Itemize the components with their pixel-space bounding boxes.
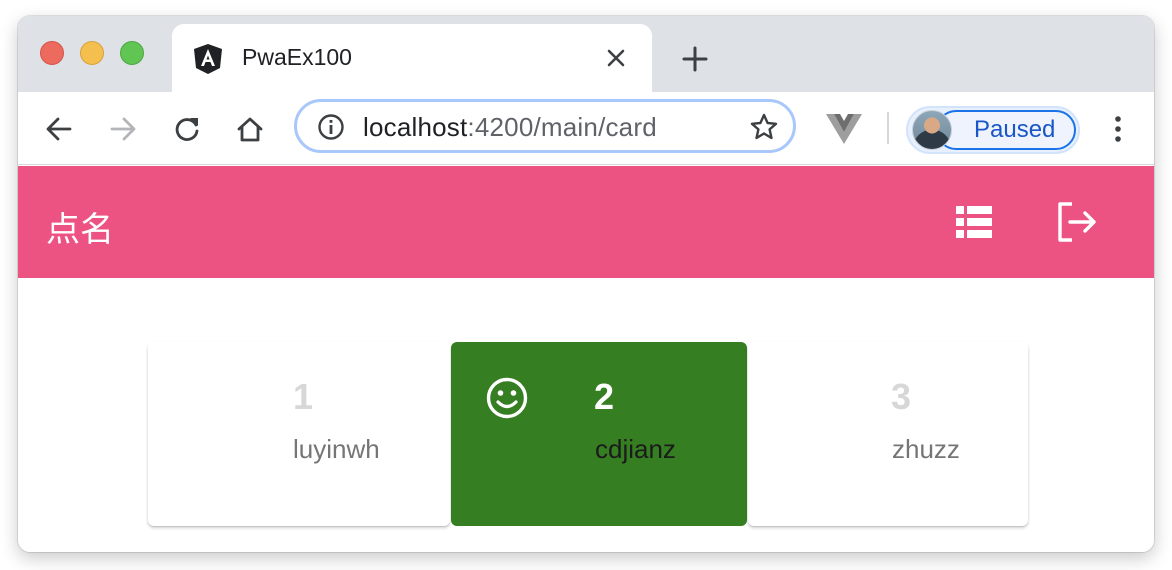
close-tab-icon[interactable] [604, 46, 628, 70]
exit-to-app-icon[interactable] [1054, 200, 1100, 244]
profile-status-label: Paused [974, 116, 1056, 143]
card-name: cdjianz [595, 434, 676, 464]
app-header: 点名 [18, 166, 1154, 278]
avatar [912, 110, 952, 150]
card-number: 2 [594, 376, 615, 417]
card-row: 1 luyinwh 2 cdjianz 3 zhuzz [148, 342, 1028, 526]
forward-arrow-icon[interactable] [108, 114, 138, 144]
reload-icon[interactable] [172, 114, 202, 144]
card-name: luyinwh [293, 434, 380, 464]
page-title: 点名 [46, 210, 114, 250]
main-content: 1 luyinwh 2 cdjianz 3 zhuzz [18, 278, 1154, 552]
student-card[interactable]: 1 luyinwh [148, 342, 450, 526]
bookmark-star-icon[interactable] [749, 112, 779, 142]
info-icon[interactable] [317, 113, 345, 141]
new-tab-icon[interactable] [682, 46, 708, 72]
close-window-button[interactable] [40, 41, 64, 65]
maximize-window-button[interactable] [120, 41, 144, 65]
toolbar-divider [887, 112, 889, 144]
browser-toolbar: localhost:4200/main/card Paused [18, 92, 1154, 165]
url-text: localhost:4200/main/card [363, 112, 657, 143]
home-icon[interactable] [235, 114, 265, 144]
browser-window: PwaEx100 localhost:4200/main/card Paused… [18, 16, 1154, 552]
tab-title: PwaEx100 [242, 44, 352, 70]
back-arrow-icon[interactable] [44, 114, 74, 144]
card-number: 1 [293, 376, 314, 417]
view-list-icon[interactable] [952, 202, 996, 242]
tab-strip: PwaEx100 [18, 16, 1154, 92]
card-number: 3 [891, 376, 912, 417]
profile-button[interactable]: Paused [906, 106, 1080, 154]
student-card[interactable]: 3 zhuzz [748, 342, 1028, 526]
address-bar[interactable]: localhost:4200/main/card [294, 99, 796, 153]
angular-icon [194, 44, 222, 74]
student-card-selected[interactable]: 2 cdjianz [451, 342, 747, 526]
minimize-window-button[interactable] [80, 41, 104, 65]
smiley-face-icon [486, 377, 528, 419]
url-host: localhost [363, 112, 468, 142]
vue-devtools-icon[interactable] [826, 114, 862, 144]
browser-tab[interactable]: PwaEx100 [172, 24, 652, 92]
card-name: zhuzz [892, 434, 960, 464]
url-path: :4200/main/card [467, 112, 657, 142]
more-menu-icon[interactable] [1106, 114, 1130, 144]
